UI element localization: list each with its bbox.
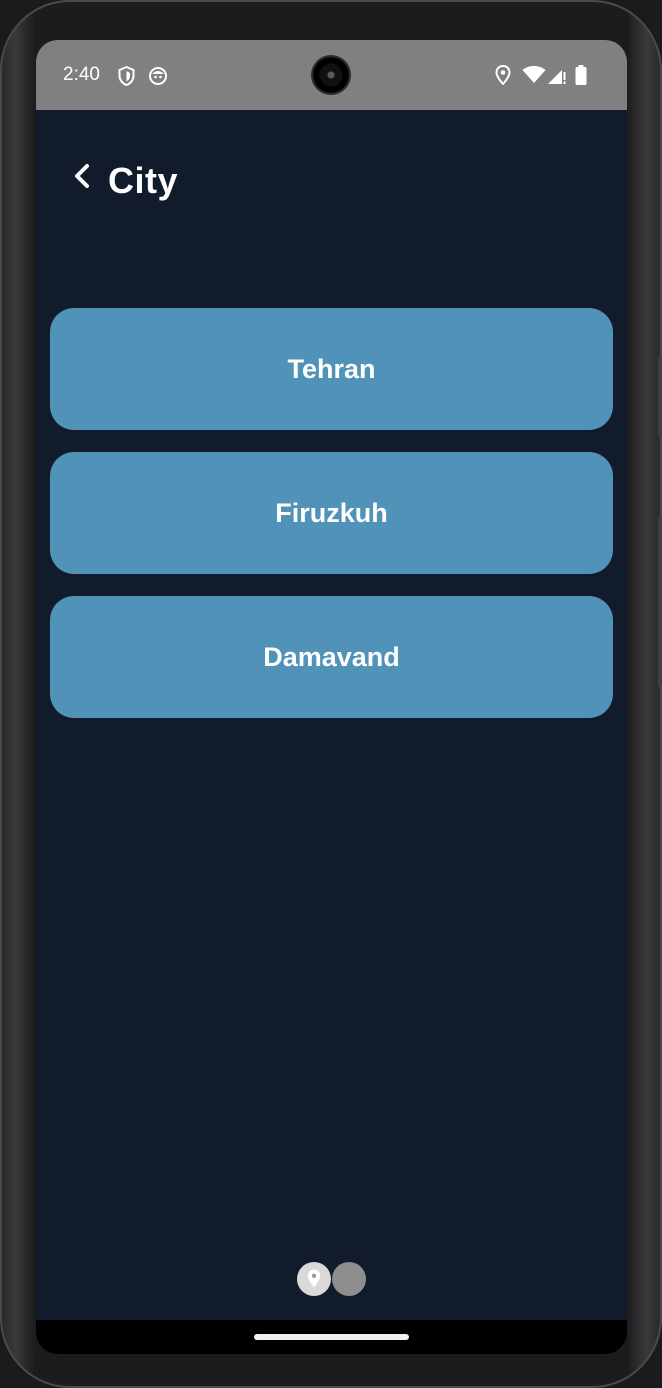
city-label: Damavand: [263, 641, 400, 672]
wifi-icon: [522, 66, 546, 89]
city-label: Tehran: [287, 353, 376, 384]
city-label: Firuzkuh: [275, 497, 388, 528]
page-dot-inactive[interactable]: [332, 1262, 366, 1296]
home-gesture-handle[interactable]: [254, 1334, 409, 1340]
page-indicator: [297, 1262, 367, 1296]
power-button: [658, 357, 662, 437]
app-bar: City: [36, 110, 627, 252]
back-button[interactable]: [68, 163, 96, 194]
face-icon: [148, 66, 168, 91]
phone-frame: 2:40 City Tehran Firuzkuh Damavand: [0, 0, 662, 1388]
page-dot-active[interactable]: [297, 1262, 331, 1296]
battery-icon: [575, 65, 587, 90]
signal-icon: [547, 67, 567, 90]
city-button-damavand[interactable]: Damavand: [50, 596, 613, 718]
city-button-firuzkuh[interactable]: Firuzkuh: [50, 452, 613, 574]
navigation-bar: [36, 1320, 627, 1354]
location-icon: [495, 64, 511, 90]
status-bar: 2:40: [36, 40, 627, 110]
volume-button: [658, 517, 662, 687]
status-time: 2:40: [63, 64, 100, 85]
city-button-tehran[interactable]: Tehran: [50, 308, 613, 430]
city-list: Tehran Firuzkuh Damavand: [50, 308, 613, 740]
front-camera: [313, 57, 349, 93]
location-icon: [307, 1269, 321, 1293]
chevron-left-icon: [73, 163, 91, 194]
page-title: City: [108, 160, 179, 201]
shield-icon: [118, 65, 135, 91]
screen: 2:40 City Tehran Firuzkuh Damavand: [36, 40, 627, 1354]
